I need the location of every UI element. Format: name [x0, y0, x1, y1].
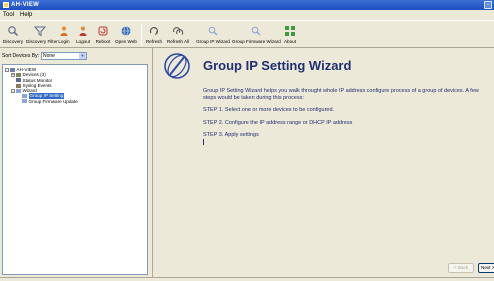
wizard-item-icon [22, 99, 27, 104]
discovery-filter-button[interactable]: Discovery Filter [26, 23, 58, 47]
discovery-button[interactable]: Discovery [2, 23, 24, 47]
magnifier-icon [8, 26, 19, 37]
monitor-icon [16, 78, 21, 83]
about-button[interactable]: About [282, 23, 298, 47]
funnel-icon [34, 26, 46, 37]
tree-item-label: Group Firmware Update [28, 98, 78, 104]
about-label: About [283, 39, 296, 44]
left-panel: Sort Devices By: None ▼ - AH-VIEW + Devices… [0, 48, 150, 277]
devices-icon [16, 72, 21, 77]
text-caret [203, 138, 204, 145]
wizard-description: Group IP Setting Wizard helps you walk t… [203, 88, 493, 145]
chevron-down-icon[interactable]: ▼ [78, 53, 86, 59]
wizard-intro: Group IP Setting Wizard helps you walk t… [203, 88, 479, 101]
window-control-button[interactable]: - [484, 1, 492, 9]
about-icon [285, 26, 295, 36]
expand-icon[interactable]: + [11, 72, 15, 77]
collapse-icon[interactable]: - [11, 88, 15, 93]
group-firmware-wizard-button[interactable]: Group Firmware Wizard [232, 23, 281, 47]
device-tree: - AH-VIEW + Devices (3) Status Monitor Syslog… [2, 64, 148, 275]
reboot-icon [98, 26, 108, 36]
wizard-step-1: STEP 1. Select one or more devices to be… [203, 107, 335, 114]
logout-label: Logout [75, 39, 91, 44]
wizard-panel: Group IP Setting Wizard Group IP Setting… [152, 48, 494, 277]
wizard-title: Group IP Setting Wizard [203, 58, 352, 73]
app-window: AH-VIEW - Tool Help Discovery Discovery … [0, 0, 494, 281]
refresh-icon [149, 27, 159, 35]
group-ip-wizard-label: Group IP Wizard [196, 39, 230, 44]
sort-devices-value: None [42, 53, 55, 59]
sort-devices-label: Sort Devices By: [2, 53, 39, 59]
sort-devices-row: Sort Devices By: None ▼ [2, 51, 148, 61]
open-web-label: Open Web [115, 39, 137, 44]
ip-wizard-icon [208, 26, 218, 36]
toolbar: Discovery Discovery Filter Login Logout … [0, 20, 494, 48]
wizard-logo-icon [164, 53, 190, 79]
refresh-button[interactable]: Refresh [145, 23, 163, 47]
window-title: AH-VIEW [11, 2, 40, 8]
wizard-step-2: STEP 2. Configure the IP address range o… [203, 119, 353, 126]
open-web-button[interactable]: Open Web [114, 23, 138, 47]
firmware-wizard-icon [251, 26, 261, 36]
refresh-all-label: Refresh All [166, 39, 190, 44]
title-bar: AH-VIEW - [0, 0, 494, 10]
refresh-all-button[interactable]: Refresh All [165, 23, 191, 47]
toolbar-separator [141, 24, 142, 46]
discovery-label: Discovery [2, 39, 24, 44]
menu-tool[interactable]: Tool [3, 12, 14, 18]
wizard-step-3: STEP 3. Apply settings [203, 132, 259, 139]
computer-icon [10, 67, 15, 72]
reboot-label: Reboot [95, 39, 111, 44]
collapse-icon[interactable]: - [5, 67, 9, 72]
user-logout-icon [79, 26, 87, 36]
app-icon [3, 2, 9, 8]
wizard-item-icon [22, 94, 27, 99]
login-button[interactable]: Login [56, 23, 72, 47]
reboot-button[interactable]: Reboot [94, 23, 112, 47]
sort-devices-select[interactable]: None ▼ [40, 52, 87, 60]
wizard-icon [16, 88, 21, 93]
menu-bar: Tool Help [0, 10, 494, 20]
group-ip-wizard-button[interactable]: Group IP Wizard [196, 23, 230, 47]
next-button[interactable]: Next > [478, 263, 494, 273]
back-button[interactable]: < Back [448, 263, 474, 273]
discovery-filter-label: Discovery Filter [26, 39, 58, 44]
user-login-icon [60, 26, 68, 36]
refresh-label: Refresh [145, 39, 163, 44]
logout-button[interactable]: Logout [74, 23, 92, 47]
login-label: Login [58, 39, 70, 44]
globe-icon [121, 26, 131, 36]
status-bar [0, 277, 494, 281]
syslog-icon [16, 83, 21, 88]
menu-help[interactable]: Help [20, 12, 32, 18]
group-firmware-wizard-label: Group Firmware Wizard [232, 39, 281, 44]
refresh-all-icon [173, 27, 184, 35]
tree-item[interactable]: Group Firmware Update [5, 99, 145, 104]
